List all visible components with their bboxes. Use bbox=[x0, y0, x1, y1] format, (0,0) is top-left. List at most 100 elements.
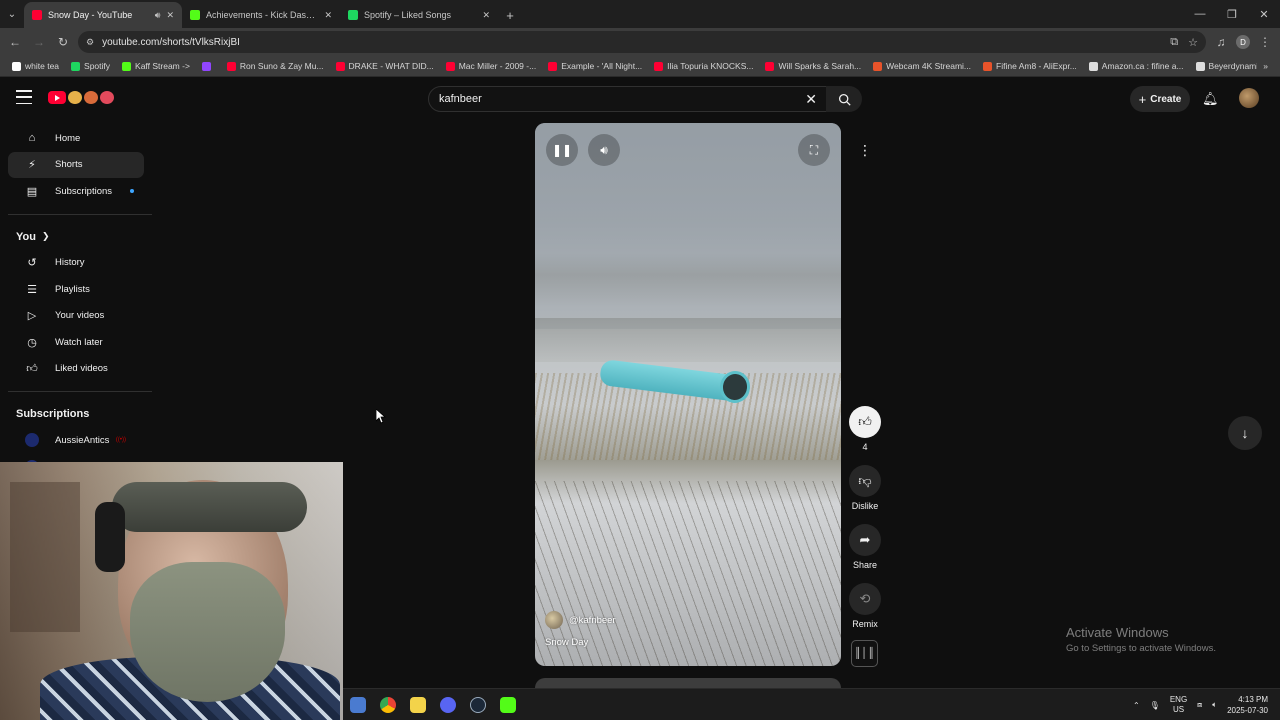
microphone-icon[interactable]: 🎙︎ bbox=[1150, 701, 1160, 710]
fullscreen-button[interactable]: ⛶ bbox=[798, 134, 830, 166]
restore-icon[interactable]: ❐ bbox=[1216, 0, 1248, 28]
menu-icon[interactable] bbox=[16, 90, 32, 104]
sidebar-item-home[interactable]: ⌂ Home bbox=[8, 125, 144, 152]
sidebar-item-label: Your videos bbox=[55, 310, 105, 322]
bookmark-favicon-icon bbox=[1088, 61, 1098, 71]
browser-tab[interactable]: Snow Day - YouTube 🔊︎ ✕ bbox=[24, 2, 182, 28]
sidebar-item-shorts[interactable]: ⚡ Shorts bbox=[8, 151, 144, 178]
sidebar-item-history[interactable]: ↺ History bbox=[8, 250, 144, 277]
sound-waveform-icon[interactable]: ║│║ bbox=[851, 640, 878, 667]
next-short-arrow-icon[interactable]: ↓ bbox=[1228, 416, 1262, 450]
remix-icon: ⟲ bbox=[849, 583, 881, 615]
taskbar-calculator-icon[interactable] bbox=[343, 690, 373, 720]
network-icon[interactable]: ⧈ bbox=[1197, 700, 1202, 710]
minimize-icon[interactable]: — bbox=[1184, 0, 1216, 28]
tab-close-icon[interactable]: ✕ bbox=[482, 10, 490, 21]
new-tab-button[interactable]: + bbox=[498, 2, 522, 28]
bookmark-item[interactable]: Kaff Stream -> bbox=[116, 61, 196, 71]
clock[interactable]: 4:13 PM 2025-07-30 bbox=[1227, 694, 1268, 716]
screen: ⌄ Snow Day - YouTube 🔊︎ ✕ Achievements - Ki… bbox=[0, 0, 1280, 720]
bookmark-item[interactable]: Webcam 4K Streami... bbox=[867, 61, 977, 71]
like-button[interactable]: 👍︎ 4 bbox=[847, 406, 883, 452]
history-icon: ↺ bbox=[27, 257, 37, 270]
taskbar-discord-icon[interactable] bbox=[433, 690, 463, 720]
bookmark-item[interactable]: Mac Miller - 2009 -... bbox=[440, 61, 542, 71]
doodle-icon bbox=[100, 91, 114, 104]
lang-region: US bbox=[1172, 705, 1185, 714]
notifications-bell-icon[interactable]: 🔔︎ bbox=[1202, 91, 1219, 107]
channel-link[interactable]: @kafnbeer bbox=[545, 611, 616, 629]
bookmark-label: Mac Miller - 2009 -... bbox=[458, 61, 537, 71]
plus-icon: + bbox=[1138, 91, 1147, 107]
sidebar-item-watch-later[interactable]: ◷ Watch later bbox=[8, 329, 144, 356]
install-app-icon[interactable]: ⧉ bbox=[1170, 36, 1178, 49]
sidebar-item-liked-videos[interactable]: 👍︎ Liked videos bbox=[8, 356, 144, 383]
taskbar-sticky-notes-icon[interactable] bbox=[403, 690, 433, 720]
site-info-icon[interactable]: ⚙ bbox=[86, 37, 94, 48]
reload-icon[interactable]: ↻ bbox=[54, 33, 72, 51]
remix-label: Remix bbox=[852, 619, 878, 629]
tab-close-icon[interactable]: ✕ bbox=[166, 10, 174, 21]
taskbar-steam-icon[interactable] bbox=[463, 690, 493, 720]
bookmark-item[interactable] bbox=[196, 61, 221, 71]
clock-time: 4:13 PM bbox=[1238, 695, 1268, 704]
bookmark-item[interactable]: Will Sparks & Sarah... bbox=[759, 61, 867, 71]
speaker-icon[interactable]: 🔈︎ bbox=[1212, 700, 1217, 710]
create-button[interactable]: + Create bbox=[1130, 86, 1190, 112]
shorts-video-player[interactable]: ❚❚ 🔊︎ ⛶ @kafnbeer Snow Day bbox=[535, 123, 841, 666]
clear-search-icon[interactable]: ✕ bbox=[805, 91, 817, 108]
volume-button[interactable]: 🔊︎ bbox=[588, 134, 620, 166]
sidebar-you-header[interactable]: You ❯ bbox=[0, 224, 154, 250]
short-title[interactable]: Snow Day bbox=[545, 637, 588, 648]
bookmark-item[interactable]: Beyerdynamic DT 9... bbox=[1190, 61, 1257, 71]
share-button[interactable]: ➦ Share bbox=[847, 524, 883, 570]
search-button[interactable] bbox=[826, 86, 862, 112]
address-bar[interactable]: ⚙ youtube.com/shorts/tVlksRixjBI ⧉ ☆ bbox=[78, 31, 1206, 53]
subscription-item[interactable]: AussieAntics ((•)) bbox=[8, 427, 144, 454]
back-icon[interactable]: ← bbox=[6, 33, 24, 51]
media-controls-icon[interactable]: ♫ bbox=[1212, 33, 1230, 51]
channel-avatar bbox=[25, 433, 39, 448]
account-avatar[interactable] bbox=[1239, 88, 1259, 108]
browser-tab[interactable]: Spotify – Liked Songs ✕ bbox=[340, 2, 498, 28]
browser-tab[interactable]: Achievements - Kick Dashboard ✕ bbox=[182, 2, 340, 28]
bookmark-item[interactable]: Spotify bbox=[65, 61, 116, 71]
bookmark-item[interactable]: DRAKE - WHAT DID... bbox=[330, 61, 440, 71]
more-bookmarks-icon[interactable]: » bbox=[1257, 61, 1274, 71]
bookmark-favicon-icon bbox=[12, 61, 21, 71]
sidebar-item-label: Subscriptions bbox=[55, 185, 113, 197]
tab-search-chevron-icon[interactable]: ⌄ bbox=[0, 0, 24, 28]
bookmark-star-icon[interactable]: ☆ bbox=[1188, 36, 1198, 49]
bookmark-item[interactable]: white tea bbox=[6, 61, 65, 71]
new-content-dot bbox=[130, 189, 134, 193]
profile-avatar[interactable]: D bbox=[1236, 35, 1250, 49]
tab-close-icon[interactable]: ✕ bbox=[324, 10, 332, 21]
remix-button[interactable]: ⟲ Remix bbox=[847, 583, 883, 629]
youtube-logo[interactable] bbox=[48, 91, 114, 104]
search-input[interactable]: kafnbeer ✕ bbox=[428, 86, 828, 112]
forward-icon[interactable]: → bbox=[30, 33, 48, 51]
tab-favicon-icon bbox=[190, 10, 200, 20]
dislike-button[interactable]: 👎︎ Dislike bbox=[847, 465, 883, 511]
sidebar-divider bbox=[8, 213, 152, 215]
close-window-icon[interactable]: ✕ bbox=[1248, 0, 1280, 28]
browser-tab-strip: ⌄ Snow Day - YouTube 🔊︎ ✕ Achievements - Ki… bbox=[0, 0, 1280, 28]
taskbar-kick-icon[interactable] bbox=[493, 690, 523, 720]
bookmark-item[interactable]: Ron Suno & Zay Mu... bbox=[221, 61, 330, 71]
sidebar-item-your-videos[interactable]: ▷ Your videos bbox=[8, 303, 144, 330]
more-options-icon[interactable]: ⋮ bbox=[850, 135, 880, 165]
taskbar-chrome-icon[interactable] bbox=[373, 690, 403, 720]
tray-overflow-chevron-icon[interactable]: ⌃ bbox=[1133, 701, 1140, 710]
bookmark-item[interactable]: Ilia Topuria KNOCKS... bbox=[648, 61, 759, 71]
tab-favicon-icon bbox=[32, 10, 42, 20]
tab-audio-icon[interactable]: 🔊︎ bbox=[155, 10, 161, 21]
sidebar-item-playlists[interactable]: ☰ Playlists bbox=[8, 276, 144, 303]
bookmark-item[interactable]: Amazon.ca : fifine a... bbox=[1083, 61, 1190, 71]
bookmark-item[interactable]: Example - 'All Night... bbox=[542, 61, 648, 71]
language-indicator[interactable]: ENG US bbox=[1170, 695, 1187, 715]
sidebar-item-subscriptions[interactable]: ▤ Subscriptions bbox=[8, 178, 144, 205]
youtube-play-icon bbox=[48, 91, 66, 104]
browser-menu-icon[interactable]: ⋮ bbox=[1256, 33, 1274, 51]
pause-button[interactable]: ❚❚ bbox=[546, 134, 578, 166]
bookmark-item[interactable]: Fifine Am8 - AliExpr... bbox=[977, 61, 1083, 71]
